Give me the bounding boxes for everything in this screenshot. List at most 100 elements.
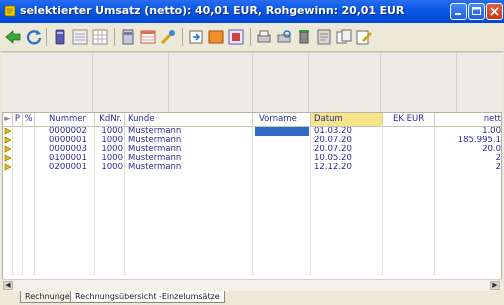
database-icon[interactable]: [51, 28, 69, 46]
cell-netto: 2: [495, 163, 501, 172]
edit-icon[interactable]: [355, 28, 373, 46]
toolbar-separator: [182, 28, 183, 46]
app-icon: [4, 5, 16, 17]
cell-kunde: Mustermann: [128, 136, 182, 145]
cell-datum: 01.03.20: [314, 127, 352, 136]
cell-kunde: Mustermann: [128, 145, 182, 154]
cell-vorname: [255, 154, 309, 163]
column-header-nummer[interactable]: Nummer: [35, 113, 95, 126]
tab-rechnungsuebersicht[interactable]: Rechnungsübersicht -Einzelumsätze: [70, 291, 225, 303]
minimize-button[interactable]: [450, 3, 467, 20]
filter-area: [2, 52, 502, 113]
scroll-right-button[interactable]: ▶: [490, 281, 500, 290]
cell-kdnr: 1000: [101, 154, 123, 163]
cell-nummer: 0000001: [49, 136, 87, 145]
table-row[interactable]: 0000002 1000 Mustermann 01.03.20 1.00: [3, 127, 501, 136]
cell-kdnr: 1000: [101, 136, 123, 145]
table-row[interactable]: 0200001 1000 Mustermann 12.12.20 2: [3, 163, 501, 172]
form-icon[interactable]: [227, 28, 245, 46]
cell-datum: 12.12.20: [314, 163, 352, 172]
sheet-tabs: Rechnungen Rechnungsübersicht -Einzelums…: [0, 291, 504, 305]
print-icon[interactable]: [255, 28, 273, 46]
table-row[interactable]: 0000003 1000 Mustermann 20.07.20 20.0: [3, 145, 501, 154]
table-row[interactable]: 0000001 1000 Mustermann 20.07.20 185.995…: [3, 136, 501, 145]
cell-ek-eur: [385, 127, 431, 136]
toolbar: [0, 23, 504, 52]
cell-vorname: [255, 145, 309, 154]
calendar-icon[interactable]: [207, 28, 225, 46]
data-grid[interactable]: ► P % Nummer KdNr. Kunde Vorname Datum E…: [2, 112, 502, 280]
cell-ek-eur: [385, 154, 431, 163]
column-header-p[interactable]: P: [13, 113, 23, 126]
open-icon[interactable]: [187, 28, 205, 46]
cell-nummer: 0000002: [49, 127, 87, 136]
column-header-netto[interactable]: nett: [435, 113, 501, 126]
column-header-vorname[interactable]: Vorname: [253, 113, 311, 126]
column-header-kdnr[interactable]: KdNr.: [95, 113, 125, 126]
cell-vorname: [255, 163, 309, 172]
cell-kunde: Mustermann: [128, 154, 182, 163]
minimize-icon: [455, 13, 461, 15]
row-pointer-icon: [4, 136, 12, 144]
band-divider: [308, 53, 309, 113]
column-header-percent[interactable]: %: [23, 113, 35, 126]
column-header-datum[interactable]: Datum: [311, 113, 383, 126]
row-pointer-icon: [4, 154, 12, 162]
list-view-icon[interactable]: [71, 28, 89, 46]
cell-netto: 2: [495, 154, 501, 163]
band-divider: [380, 53, 381, 113]
cell-ek-eur: [385, 145, 431, 154]
print-preview-icon[interactable]: [275, 28, 293, 46]
grid-view-icon[interactable]: [91, 28, 109, 46]
cell-kdnr: 1000: [101, 145, 123, 154]
cell-vorname: [255, 136, 309, 145]
cell-netto: 1.00: [482, 127, 501, 136]
row-pointer-icon: [4, 163, 12, 171]
maximize-icon: [472, 7, 481, 15]
band-divider: [92, 53, 93, 113]
band-divider: [252, 53, 253, 113]
cell-ek-eur: [385, 163, 431, 172]
copy-icon[interactable]: [335, 28, 353, 46]
title-bar[interactable]: selektierter Umsatz (netto): 40,01 EUR, …: [0, 0, 504, 23]
band-divider: [456, 53, 457, 113]
column-header-ek-eur[interactable]: EK EUR: [383, 113, 435, 126]
cell-nummer: 0200001: [49, 163, 87, 172]
export-icon[interactable]: [315, 28, 333, 46]
cell-netto: 185.995.1: [457, 136, 501, 145]
cell-datum: 20.07.20: [314, 145, 352, 154]
delete-icon[interactable]: [295, 28, 313, 46]
band-divider: [168, 53, 169, 113]
cell-ek-eur: [385, 136, 431, 145]
cell-kdnr: 1000: [101, 163, 123, 172]
cell-nummer: 0100001: [49, 154, 87, 163]
cell-netto: 20.0: [482, 145, 501, 154]
close-button[interactable]: [486, 3, 503, 20]
cell-kunde: Mustermann: [128, 163, 182, 172]
window-title: selektierter Umsatz (netto): 40,01 EUR, …: [20, 4, 405, 17]
toolbar-separator: [250, 28, 251, 46]
cell-datum: 20.07.20: [314, 136, 352, 145]
application-window: selektierter Umsatz (netto): 40,01 EUR, …: [0, 0, 504, 305]
cell-nummer: 0000003: [49, 145, 87, 154]
scroll-left-button[interactable]: ◀: [3, 281, 13, 290]
toolbar-separator: [114, 28, 115, 46]
table-row[interactable]: 0100001 1000 Mustermann 10.05.20 2: [3, 154, 501, 163]
horizontal-scrollbar[interactable]: ◀ ▶: [2, 279, 502, 291]
cell-kunde: Mustermann: [128, 127, 182, 136]
toolbar-separator: [46, 28, 47, 46]
close-icon: [490, 7, 499, 16]
back-arrow-icon[interactable]: [4, 28, 22, 46]
document-icon[interactable]: [119, 28, 137, 46]
cell-datum: 10.05.20: [314, 154, 352, 163]
tools-icon[interactable]: [159, 28, 177, 46]
cell-kdnr: 1000: [101, 127, 123, 136]
table-icon[interactable]: [139, 28, 157, 46]
row-indicator-header: ►: [3, 113, 13, 126]
column-header-kunde[interactable]: Kunde: [125, 113, 253, 126]
refresh-icon[interactable]: [25, 28, 43, 46]
row-pointer-icon: [4, 127, 12, 135]
grid-header: ► P % Nummer KdNr. Kunde Vorname Datum E…: [3, 113, 501, 127]
maximize-button[interactable]: [468, 3, 485, 20]
cell-vorname-selected[interactable]: [255, 127, 309, 136]
